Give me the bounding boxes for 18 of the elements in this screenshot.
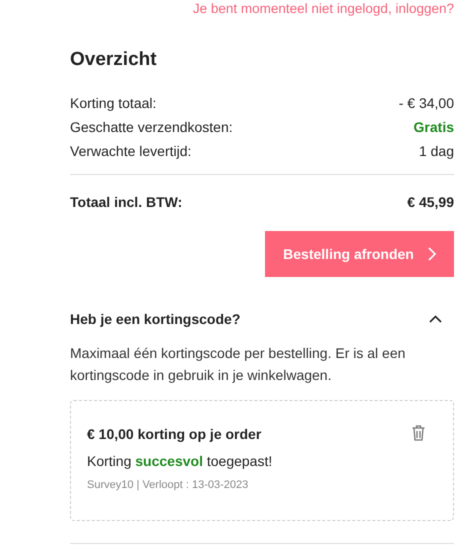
total-value: € 45,99 [407, 193, 454, 211]
summary-label: Korting totaal: [70, 94, 156, 112]
discount-message: Korting succesvol toegepast! [87, 452, 274, 470]
summary-value: Gratis [414, 118, 454, 136]
summary-value: 1 dag [418, 142, 454, 160]
discount-description: Maximaal één kortingscode per bestelling. Er is al een kortingscode in gebruik in je winkelwagen. [70, 344, 406, 385]
discount-accordion-header[interactable]: Heb je een kortingscode? [70, 310, 454, 328]
total-label: Totaal incl. BTW: [70, 193, 182, 211]
delete-icon[interactable] [412, 425, 425, 441]
summary-label: Geschatte verzendkosten: [70, 118, 233, 136]
login-link[interactable]: Je bent momenteel niet ingelogd, inloggen? [192, 1, 454, 16]
summary-value: - € 34,00 [398, 94, 454, 112]
section-title: Overzicht [70, 48, 158, 72]
checkout-button[interactable]: Bestelling afronden [265, 231, 454, 277]
discount-details: Survey10 | Verloopt : 13-03-2023 [87, 478, 250, 492]
discount-title: € 10,00 korting op je order [87, 425, 262, 443]
summary-label: Verwachte levertijd: [70, 142, 192, 160]
chevron-right-icon [428, 247, 436, 261]
